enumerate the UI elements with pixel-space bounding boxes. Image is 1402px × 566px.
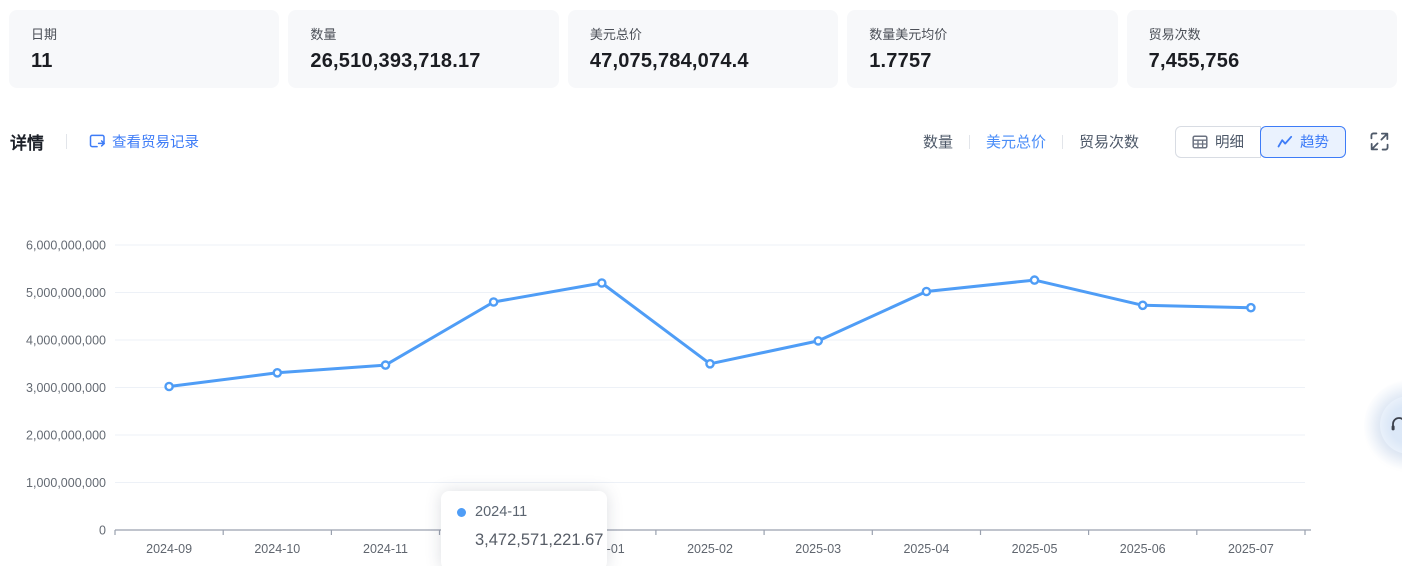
- svg-text:4,000,000,000: 4,000,000,000: [26, 334, 106, 348]
- trend-view-label: 趋势: [1300, 131, 1329, 152]
- svg-text:2025-05: 2025-05: [1012, 542, 1058, 556]
- svg-text:2025-07: 2025-07: [1228, 542, 1274, 556]
- data-point[interactable]: [490, 298, 497, 305]
- toolbar: 详情 查看贸易记录 数量 美元总价 贸易次数: [10, 125, 1390, 158]
- trade-dashboard-page: 日期 11 数量 26,510,393,718.17 美元总价 47,075,7…: [0, 0, 1402, 566]
- table-icon: [1192, 134, 1208, 150]
- svg-text:1,000,000,000: 1,000,000,000: [26, 476, 106, 490]
- line-chart-icon: [1277, 135, 1293, 149]
- stat-label: 美元总价: [590, 27, 816, 43]
- svg-text:2,000,000,000: 2,000,000,000: [26, 429, 106, 443]
- x-axis-labels: 2024-092024-102024-112024-122025-012025-…: [146, 542, 1274, 556]
- y-axis-labels: 0 1,000,000,000 2,000,000,000 3,000,000,000…: [26, 239, 106, 538]
- tab-divider: [1062, 135, 1063, 149]
- stat-card-trade-count: 贸易次数 7,455,756: [1127, 10, 1397, 88]
- svg-text:2025-04: 2025-04: [903, 542, 949, 556]
- stat-label: 贸易次数: [1149, 27, 1375, 43]
- view-trade-records-label: 查看贸易记录: [112, 131, 199, 152]
- svg-text:6,000,000,000: 6,000,000,000: [26, 239, 106, 253]
- toolbar-left: 详情 查看贸易记录: [10, 129, 199, 154]
- data-point[interactable]: [274, 369, 281, 376]
- svg-text:2025-06: 2025-06: [1120, 542, 1166, 556]
- stat-value: 1.7757: [869, 50, 1095, 73]
- data-point[interactable]: [382, 362, 389, 369]
- svg-text:0: 0: [99, 524, 106, 538]
- stat-label: 日期: [31, 27, 257, 43]
- detail-view-label: 明细: [1215, 131, 1244, 152]
- tooltip-value: 3,472,571,221.67: [457, 531, 591, 550]
- stat-label: 数量: [310, 27, 536, 43]
- fullscreen-expand-icon: [1370, 132, 1389, 151]
- metric-tab-usd-total[interactable]: 美元总价: [986, 131, 1046, 152]
- stat-card-avg-usd-price: 数量美元均价 1.7757: [847, 10, 1117, 88]
- svg-text:3,000,000,000: 3,000,000,000: [26, 381, 106, 395]
- chart-tooltip: 2024-11 3,472,571,221.67: [441, 491, 607, 566]
- tooltip-series-dot: [457, 508, 466, 517]
- data-point[interactable]: [706, 360, 713, 367]
- stat-card-date: 日期 11: [9, 10, 279, 88]
- data-point[interactable]: [166, 383, 173, 390]
- page-title: 详情: [10, 129, 44, 154]
- fullscreen-button[interactable]: [1368, 131, 1390, 153]
- svg-text:2024-09: 2024-09: [146, 542, 192, 556]
- tab-divider: [969, 135, 970, 149]
- stat-label: 数量美元均价: [869, 27, 1095, 43]
- metric-tab-trade-count[interactable]: 贸易次数: [1079, 131, 1139, 152]
- stat-value: 11: [31, 50, 257, 73]
- trend-line-chart: 0 1,000,000,000 2,000,000,000 3,000,000,000…: [0, 226, 1402, 566]
- metric-tabs: 数量 美元总价 贸易次数: [923, 131, 1139, 152]
- data-point[interactable]: [1031, 277, 1038, 284]
- view-toggle-group: 明细 趋势: [1175, 126, 1346, 158]
- section-divider: [66, 134, 67, 149]
- stat-value: 47,075,784,074.4: [590, 50, 816, 73]
- stat-value: 7,455,756: [1149, 50, 1375, 73]
- svg-text:2025-02: 2025-02: [687, 542, 733, 556]
- toolbar-right: 数量 美元总价 贸易次数 明细: [923, 126, 1390, 158]
- data-point[interactable]: [815, 337, 822, 344]
- stats-row: 日期 11 数量 26,510,393,718.17 美元总价 47,075,7…: [9, 10, 1397, 88]
- svg-text:2024-10: 2024-10: [254, 542, 300, 556]
- svg-text:2024-11: 2024-11: [363, 542, 408, 556]
- data-point[interactable]: [1139, 302, 1146, 309]
- metric-tab-quantity[interactable]: 数量: [923, 131, 953, 152]
- floating-support-button[interactable]: [1380, 396, 1402, 454]
- trend-view-button[interactable]: 趋势: [1260, 126, 1346, 158]
- view-trade-records-link[interactable]: 查看贸易记录: [89, 131, 199, 152]
- tooltip-date: 2024-11: [475, 504, 527, 520]
- stat-card-quantity: 数量 26,510,393,718.17: [288, 10, 558, 88]
- data-point[interactable]: [598, 279, 605, 286]
- data-point[interactable]: [1247, 304, 1254, 311]
- data-point[interactable]: [923, 288, 930, 295]
- detail-view-button[interactable]: 明细: [1175, 126, 1261, 158]
- svg-text:2025-03: 2025-03: [795, 542, 841, 556]
- series-line: [169, 280, 1251, 386]
- external-window-icon: [89, 134, 106, 149]
- x-axis: [115, 530, 1311, 535]
- stat-card-usd-total: 美元总价 47,075,784,074.4: [568, 10, 838, 88]
- stat-value: 26,510,393,718.17: [310, 50, 536, 73]
- svg-text:5,000,000,000: 5,000,000,000: [26, 286, 106, 300]
